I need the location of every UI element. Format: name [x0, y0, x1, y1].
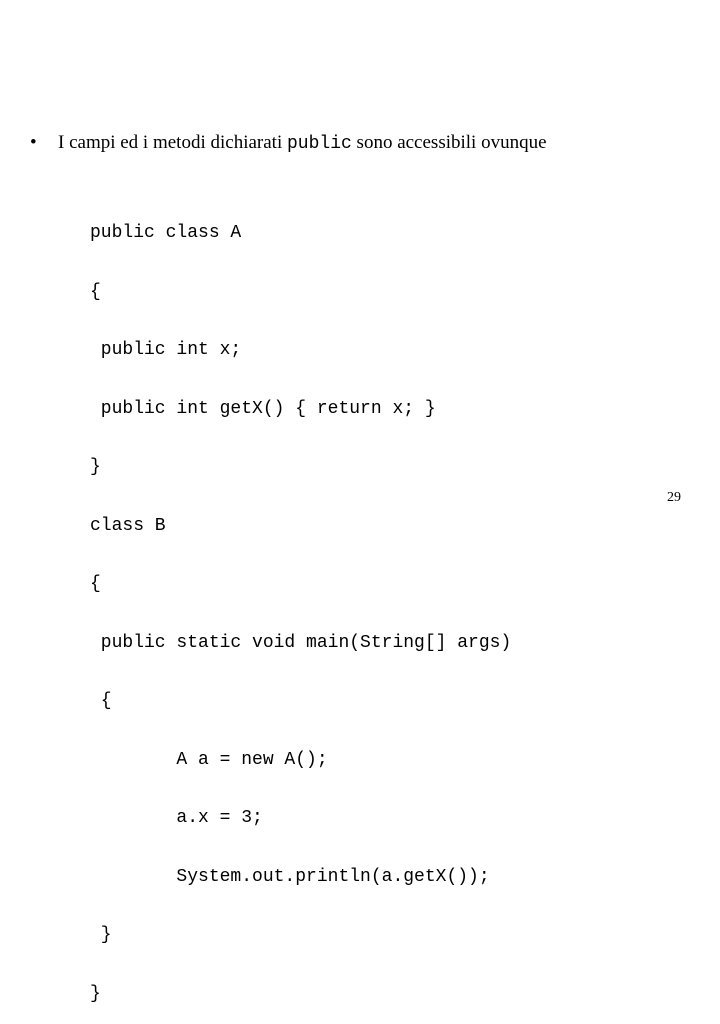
code-line: public static void main(String[] args): [90, 632, 512, 653]
page-number: 29: [667, 490, 681, 505]
bullet-code-keyword: public: [286, 134, 352, 154]
code-line: {: [90, 691, 112, 711]
code-line: }: [90, 983, 101, 1004]
code-line: public int x;: [90, 340, 242, 360]
code-block: public class A { public int x; public in…: [90, 185, 511, 1024]
code-line: System.out.println(a.getX());: [90, 866, 490, 887]
code-line: {: [90, 574, 101, 594]
code-line: {: [90, 281, 101, 302]
code-line: A a = new A();: [90, 749, 328, 770]
code-line: a.x = 3;: [90, 808, 263, 828]
code-line: public class A: [90, 223, 242, 243]
code-line: class B: [90, 515, 166, 536]
code-line: public int getX() { return x; }: [90, 398, 436, 419]
bullet-point: • I campi ed i metodi dichiarati public s…: [30, 131, 547, 156]
bullet-marker: •: [30, 132, 37, 153]
code-line: }: [90, 457, 101, 477]
bullet-text-after: sono accessibili ovunque: [351, 132, 547, 153]
bullet-text-before: I campi ed i metodi dichiarati: [58, 132, 287, 153]
code-line: }: [90, 925, 112, 945]
